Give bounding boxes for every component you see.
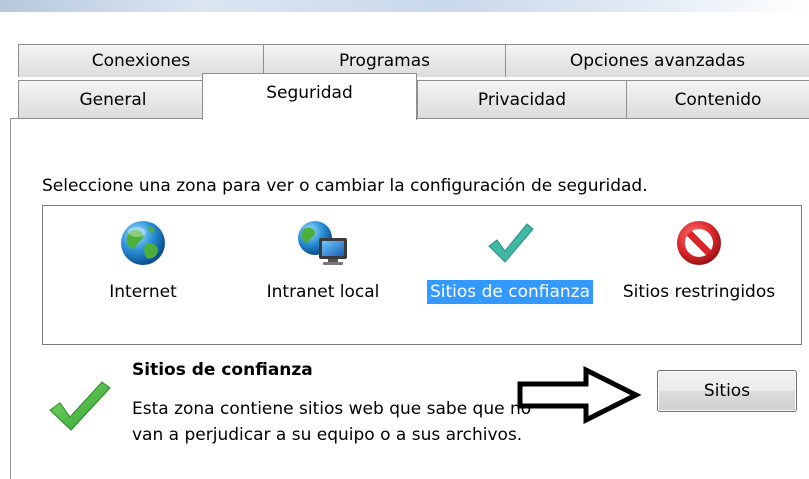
description-line: van a perjudicar a su equipo o a sus arc… xyxy=(132,425,523,445)
tab-label: Opciones avanzadas xyxy=(569,51,746,71)
zone-sitios-de-confianza[interactable]: Sitios de confianza xyxy=(415,218,605,304)
description-line: Esta zona contiene sitios web que sabe q… xyxy=(132,399,532,419)
checkmark-icon xyxy=(49,381,111,431)
zone-internet[interactable]: Internet xyxy=(83,218,203,304)
tab-label: Contenido xyxy=(674,89,762,110)
zone-label: Internet xyxy=(109,282,177,302)
arrow-annotation-icon xyxy=(517,366,642,424)
tab-privacidad[interactable]: Privacidad xyxy=(417,80,627,118)
zone-intranet-local[interactable]: Intranet local xyxy=(248,218,398,304)
zone-label: Sitios restringidos xyxy=(622,282,776,302)
tab-label: Programas xyxy=(338,51,430,71)
tab-seguridad[interactable]: Seguridad xyxy=(202,73,417,120)
checkmark-icon xyxy=(488,223,534,263)
tab-contenido[interactable]: Contenido xyxy=(626,80,809,118)
selected-zone-title: Sitios de confianza xyxy=(132,360,313,380)
zone-label: Sitios de confianza xyxy=(427,280,593,304)
no-entry-icon xyxy=(677,221,721,265)
zone-sitios-restringidos[interactable]: Sitios restringidos xyxy=(609,218,789,304)
sites-button[interactable]: Sitios xyxy=(657,370,797,412)
zone-instruction: Seleccione una zona para ver o cambiar l… xyxy=(42,176,648,196)
zone-label: Intranet local xyxy=(266,282,380,302)
tab-label: Privacidad xyxy=(477,89,567,110)
tab-label: Conexiones xyxy=(91,51,191,71)
zone-list: Internet Intranet local Sitios de confia… xyxy=(42,205,802,345)
tab-label: General xyxy=(79,89,147,110)
tab-label: Seguridad xyxy=(266,83,353,103)
globe-monitor-icon xyxy=(298,221,347,265)
selected-zone-description: Esta zona contiene sitios web que sabe q… xyxy=(132,396,531,448)
tab-opciones-avanzadas[interactable]: Opciones avanzadas xyxy=(505,44,809,77)
tab-general[interactable]: General xyxy=(18,80,208,118)
window-title-bar xyxy=(0,0,809,12)
globe-icon xyxy=(121,221,165,265)
